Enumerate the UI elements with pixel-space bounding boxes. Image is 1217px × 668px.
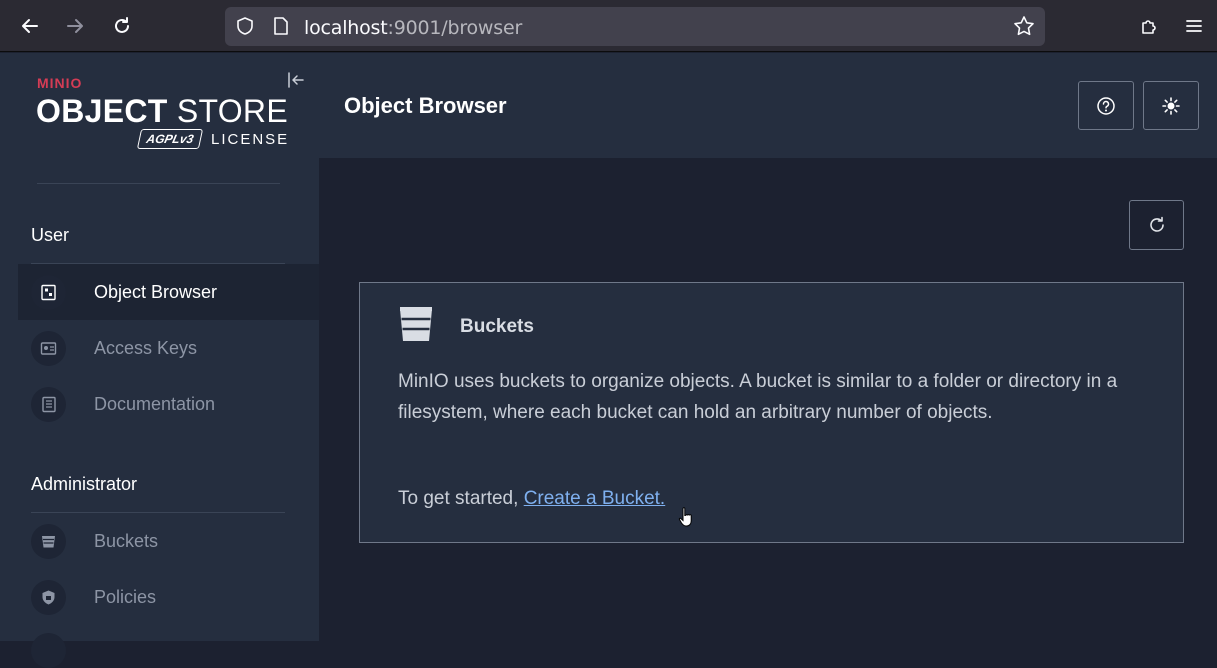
documentation-icon [31, 386, 66, 422]
buckets-info-card: Buckets MinIO uses buckets to organize o… [359, 282, 1184, 543]
collapse-sidebar-icon[interactable] [286, 70, 306, 90]
forward-arrow-icon [67, 19, 83, 33]
help-button[interactable] [1078, 81, 1134, 130]
menu-button[interactable] [1178, 10, 1210, 42]
sidebar-item-label: Policies [94, 586, 157, 607]
sidebar-item-policies[interactable]: Policies [31, 569, 319, 625]
page-header: Object Browser [319, 53, 1217, 158]
browser-toolbar: localhost:9001/browser [0, 0, 1217, 52]
create-bucket-link[interactable]: Create a Bucket. [524, 488, 666, 509]
reload-icon [115, 17, 129, 33]
puzzle-icon [1142, 20, 1156, 34]
sidebar-item-access-keys[interactable]: Access Keys [31, 320, 319, 376]
sun-icon [1162, 96, 1180, 115]
sidebar-item-label: Access Keys [94, 337, 198, 358]
sidebar-divider [37, 183, 280, 184]
shield-icon[interactable] [235, 16, 255, 36]
theme-toggle-button[interactable] [1143, 81, 1199, 130]
sidebar-item-label: Buckets [94, 530, 159, 551]
bucket-icon [400, 307, 432, 341]
lock-icon [31, 579, 66, 615]
section-title-user: User [31, 225, 70, 245]
sidebar-item-object-browser[interactable]: Object Browser [18, 264, 319, 320]
sidebar-item-documentation[interactable]: Documentation [31, 376, 319, 432]
sidebar-item-buckets[interactable]: Buckets [31, 513, 319, 569]
sidebar: MINIO OBJECT STORE AGPLv3 LICENSE User O… [0, 53, 319, 668]
forward-button[interactable] [59, 10, 91, 42]
sidebar-item-label: Documentation [94, 393, 216, 414]
refresh-icon [1149, 216, 1164, 232]
bucket-icon [31, 523, 66, 559]
object-browser-icon [31, 274, 66, 310]
page-title: Object Browser [344, 93, 507, 118]
reload-button[interactable] [106, 10, 138, 42]
card-description: MinIO uses buckets to organize objects. … [398, 371, 1118, 423]
access-keys-icon [31, 330, 66, 366]
extensions-button[interactable] [1133, 10, 1165, 42]
section-title-administrator: Administrator [31, 474, 138, 494]
brand-mini-logo: MINIO [37, 75, 83, 91]
hamburger-icon [1186, 20, 1202, 32]
cta-prefix: To get started, [398, 488, 519, 509]
back-button[interactable] [14, 10, 46, 42]
page-icon[interactable] [272, 16, 290, 36]
card-cta: To get started, Create a Bucket. [398, 488, 665, 510]
star-icon[interactable] [1013, 15, 1035, 37]
license-label: LICENSE [211, 130, 290, 148]
hand-cursor-icon [678, 507, 692, 527]
partial-sidebar-icon [31, 633, 66, 668]
card-title: Buckets [460, 316, 534, 337]
agpl-logo: AGPLv3 [136, 129, 204, 149]
help-icon [1097, 96, 1115, 115]
refresh-button[interactable] [1129, 200, 1184, 250]
back-arrow-icon [22, 19, 38, 33]
url-text[interactable]: localhost:9001/browser [304, 17, 522, 39]
url-bar[interactable]: localhost:9001/browser [225, 7, 1045, 46]
brand-title: OBJECT STORE [36, 93, 288, 129]
sidebar-item-label: Object Browser [94, 281, 218, 302]
brand-license: AGPLv3 LICENSE [136, 129, 290, 149]
